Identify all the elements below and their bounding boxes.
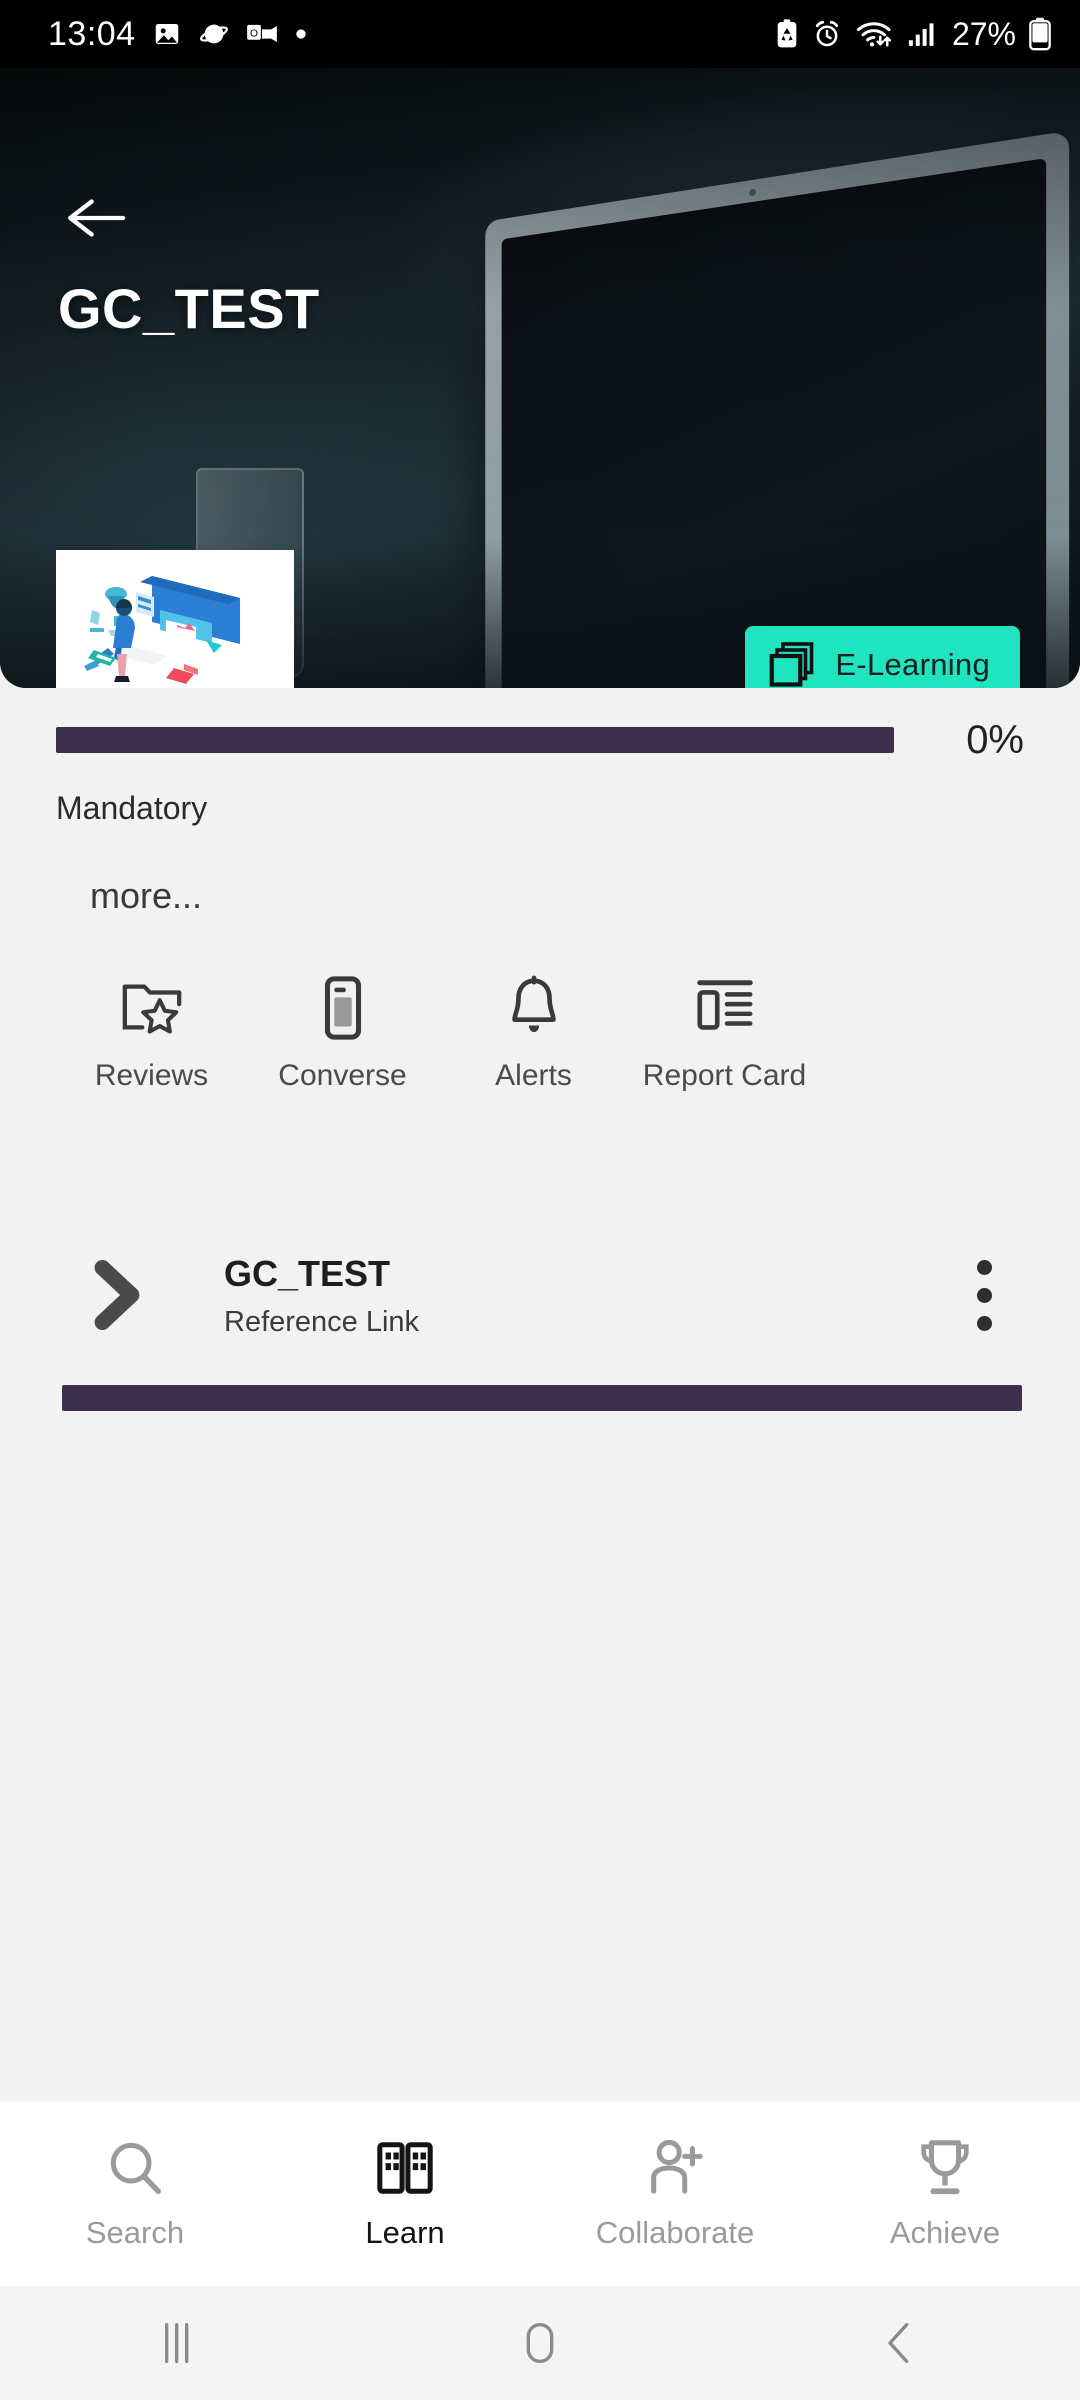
- back-arrow-icon: [68, 199, 126, 237]
- page-title: GC_TEST: [58, 277, 320, 340]
- action-report-card[interactable]: Report Card: [629, 975, 820, 1093]
- section-divider-bar: [62, 1385, 1022, 1411]
- battery-icon: [1029, 17, 1051, 51]
- status-bar-right: 27%: [774, 16, 1052, 53]
- nav-label: Learn: [365, 2215, 445, 2250]
- system-navigation-bar: [0, 2286, 1080, 2400]
- signal-icon: [908, 23, 934, 46]
- action-label: Reviews: [94, 1059, 209, 1092]
- nav-label: Achieve: [889, 2215, 1001, 2250]
- badge-label: E-Learning: [835, 647, 990, 682]
- home-button[interactable]: [360, 2318, 720, 2368]
- content-list-item[interactable]: GC_TEST Reference Link: [0, 1215, 1080, 1375]
- course-thumbnail: [56, 550, 294, 688]
- action-label: Report Card: [642, 1059, 807, 1092]
- nav-label: Collaborate: [595, 2215, 755, 2250]
- battery-percent-label: 27%: [951, 15, 1016, 52]
- chevron-right-icon: [94, 1259, 140, 1331]
- bottom-navigation: Search Learn Collaborate Achieve: [0, 2102, 1080, 2286]
- folder-star-icon: [122, 984, 181, 1034]
- content-item-title: GC_TEST: [224, 1253, 391, 1294]
- person-add-icon: [651, 2139, 703, 2194]
- battery-saver-icon: [777, 19, 797, 48]
- report-card-icon: [696, 980, 753, 1030]
- course-hero-banner: GC_TEST E-Learning: [0, 68, 1080, 688]
- back-button[interactable]: [62, 190, 134, 246]
- status-clock: 13:04: [48, 14, 136, 53]
- recents-button[interactable]: [0, 2318, 360, 2368]
- three-dot-menu-icon: [976, 1287, 992, 1303]
- action-icon-row: Reviews Converse Alerts Report Card: [0, 975, 1080, 1093]
- nav-item-learn[interactable]: Learn: [270, 2137, 540, 2251]
- course-type-badge[interactable]: E-Learning: [745, 626, 1020, 688]
- progress-bar: [56, 727, 894, 753]
- nav-item-collaborate[interactable]: Collaborate: [540, 2137, 810, 2251]
- overflow-menu-button[interactable]: [944, 1259, 1024, 1331]
- progress-percent-label: 0%: [966, 717, 1024, 762]
- photo-icon: [155, 24, 178, 44]
- browser-planet-icon: [199, 24, 228, 44]
- home-icon: [526, 2323, 554, 2363]
- action-label: Converse: [278, 1059, 407, 1092]
- outlook-meeting-icon: O: [246, 24, 277, 42]
- wifi-icon: [856, 22, 891, 47]
- alarm-icon: [815, 20, 839, 47]
- course-category-label: Mandatory: [56, 790, 208, 826]
- action-label: Alerts: [495, 1059, 572, 1092]
- progress-row: 0%: [0, 712, 1080, 768]
- three-dot-menu-icon: [976, 1315, 992, 1331]
- expand-toggle[interactable]: [56, 1258, 176, 1332]
- course-illustration-icon: [56, 550, 294, 688]
- stacked-squares-icon: [769, 642, 814, 687]
- bell-icon: [511, 975, 556, 1033]
- phone-screen: 13:04 O 27% GC_TEST E-Learning 0% Mandat…: [0, 0, 1080, 2400]
- nav-label: Search: [85, 2215, 185, 2250]
- nav-item-achieve[interactable]: Achieve: [810, 2137, 1080, 2251]
- action-reviews[interactable]: Reviews: [56, 975, 247, 1093]
- book-icon: [377, 2142, 433, 2194]
- status-bar: 13:04 O 27%: [0, 0, 1080, 68]
- svg-text:O: O: [250, 28, 258, 39]
- more-link[interactable]: more...: [90, 875, 202, 917]
- dot-icon: [295, 29, 306, 39]
- system-back-button[interactable]: [720, 2318, 1080, 2368]
- system-back-icon: [888, 2323, 909, 2363]
- recents-icon: [165, 2323, 189, 2363]
- search-icon: [110, 2142, 161, 2194]
- status-bar-left: 13:04 O: [48, 15, 308, 54]
- content-item-texts: GC_TEST Reference Link: [176, 1251, 944, 1339]
- three-dot-menu-icon: [976, 1259, 992, 1275]
- action-alerts[interactable]: Alerts: [438, 975, 629, 1093]
- trophy-icon: [921, 2140, 969, 2195]
- mobile-phone-icon: [324, 976, 361, 1040]
- action-converse[interactable]: Converse: [247, 975, 438, 1093]
- nav-item-search[interactable]: Search: [0, 2137, 270, 2251]
- content-item-subtitle: Reference Link: [224, 1306, 420, 1338]
